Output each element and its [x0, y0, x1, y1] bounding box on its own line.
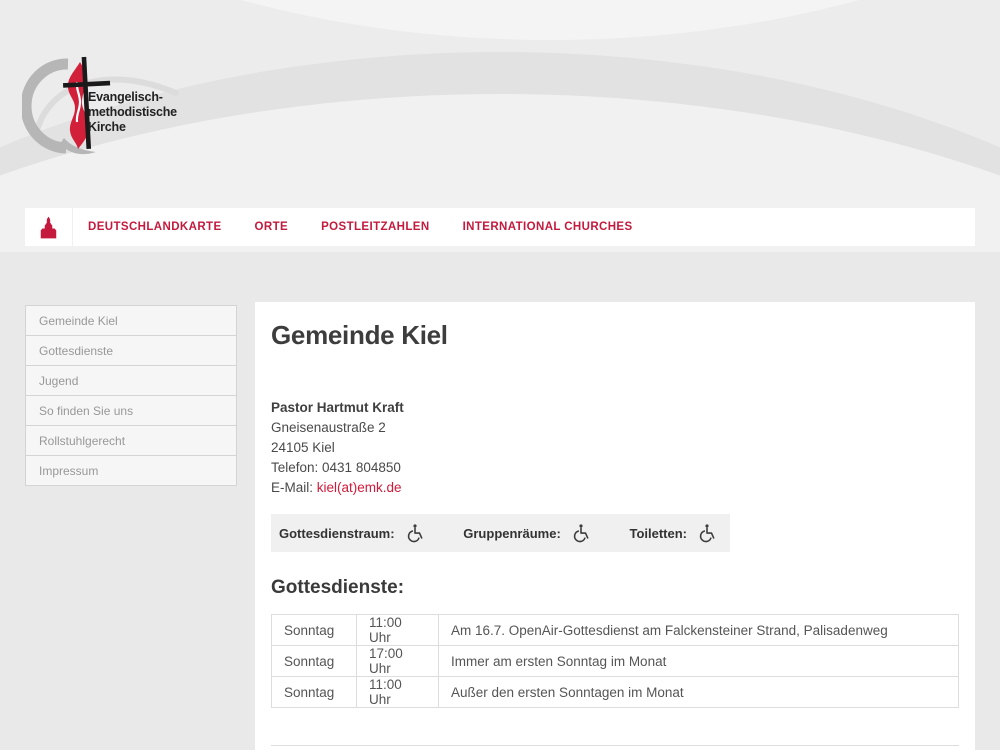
pastor-name: Pastor Hartmut Kraft — [271, 398, 959, 418]
main-nav: DEUTSCHLANDKARTE ORTE POSTLEITZAHLEN INT… — [25, 208, 975, 246]
contact-city: 24105 Kiel — [271, 438, 959, 458]
accessibility-label: Toiletten: — [629, 526, 687, 541]
sidebar-item-so-finden-sie-uns[interactable]: So finden Sie uns — [25, 396, 237, 426]
emk-logo[interactable]: Evangelisch- methodistische Kirche — [22, 52, 222, 157]
service-note: Außer den ersten Sonntagen im Monat — [439, 677, 959, 708]
footer-divider — [271, 745, 959, 746]
contact-phone: Telefon: 0431 804850 — [271, 458, 959, 478]
accessibility-gruppenraeume: Gruppenräume: — [463, 523, 590, 544]
wheelchair-icon — [570, 523, 590, 544]
logo-text-line3: Kirche — [88, 120, 177, 135]
service-day: Sonntag — [272, 646, 357, 677]
table-row: Sonntag 11:00 Uhr Am 16.7. OpenAir-Gotte… — [272, 615, 959, 646]
nav-item-orte[interactable]: ORTE — [255, 221, 289, 233]
accessibility-label: Gottesdienstraum: — [279, 526, 395, 541]
page-title: Gemeinde Kiel — [271, 320, 959, 351]
sidebar-item-jugend[interactable]: Jugend — [25, 366, 237, 396]
service-time: 17:00 Uhr — [357, 646, 439, 677]
nav-home-button[interactable] — [25, 208, 73, 246]
services-heading: Gottesdienste: — [271, 577, 959, 599]
accessibility-bar: Gottesdienstraum: Gruppenräume: Toilette… — [271, 514, 730, 552]
nav-item-postleitzahlen[interactable]: POSTLEITZAHLEN — [321, 221, 429, 233]
nav-items: DEUTSCHLANDKARTE ORTE POSTLEITZAHLEN INT… — [73, 208, 666, 246]
contact-email-line: E-Mail: kiel(at)emk.de — [271, 478, 959, 498]
services-table: Sonntag 11:00 Uhr Am 16.7. OpenAir-Gotte… — [271, 614, 959, 708]
service-day: Sonntag — [272, 677, 357, 708]
sidebar-item-impressum[interactable]: Impressum — [25, 456, 237, 486]
header-swoosh-top — [0, 0, 1000, 40]
accessibility-gottesdienstraum: Gottesdienstraum: — [279, 523, 424, 544]
table-row: Sonntag 11:00 Uhr Außer den ersten Sonnt… — [272, 677, 959, 708]
accessibility-toiletten: Toiletten: — [629, 523, 716, 544]
nav-item-deutschlandkarte[interactable]: DEUTSCHLANDKARTE — [88, 221, 222, 233]
email-link[interactable]: kiel(at)emk.de — [317, 480, 402, 495]
logo-text-line2: methodistische — [88, 105, 177, 120]
email-label: E-Mail: — [271, 480, 317, 495]
service-note: Immer am ersten Sonntag im Monat — [439, 646, 959, 677]
nav-item-international-churches[interactable]: INTERNATIONAL CHURCHES — [463, 221, 633, 233]
sidebar-item-gemeinde-kiel[interactable]: Gemeinde Kiel — [25, 306, 237, 336]
service-time: 11:00 Uhr — [357, 677, 439, 708]
wheelchair-icon — [696, 523, 716, 544]
accessibility-label: Gruppenräume: — [463, 526, 561, 541]
service-note: Am 16.7. OpenAir-Gottesdienst am Falcken… — [439, 615, 959, 646]
church-icon — [40, 216, 57, 239]
logo-text: Evangelisch- methodistische Kirche — [88, 90, 177, 135]
sidebar-item-rollstuhlgerecht[interactable]: Rollstuhlgerecht — [25, 426, 237, 456]
wheelchair-icon — [404, 523, 424, 544]
contact-street: Gneisenaustraße 2 — [271, 418, 959, 438]
service-time: 11:00 Uhr — [357, 615, 439, 646]
contact-block: Pastor Hartmut Kraft Gneisenaustraße 2 2… — [271, 398, 959, 498]
service-day: Sonntag — [272, 615, 357, 646]
table-row: Sonntag 17:00 Uhr Immer am ersten Sonnta… — [272, 646, 959, 677]
logo-text-line1: Evangelisch- — [88, 90, 177, 105]
sidebar-item-gottesdienste[interactable]: Gottesdienste — [25, 336, 237, 366]
sidebar: Gemeinde Kiel Gottesdienste Jugend So fi… — [25, 305, 237, 486]
main-content: Gemeinde Kiel Pastor Hartmut Kraft Gneis… — [255, 302, 975, 750]
